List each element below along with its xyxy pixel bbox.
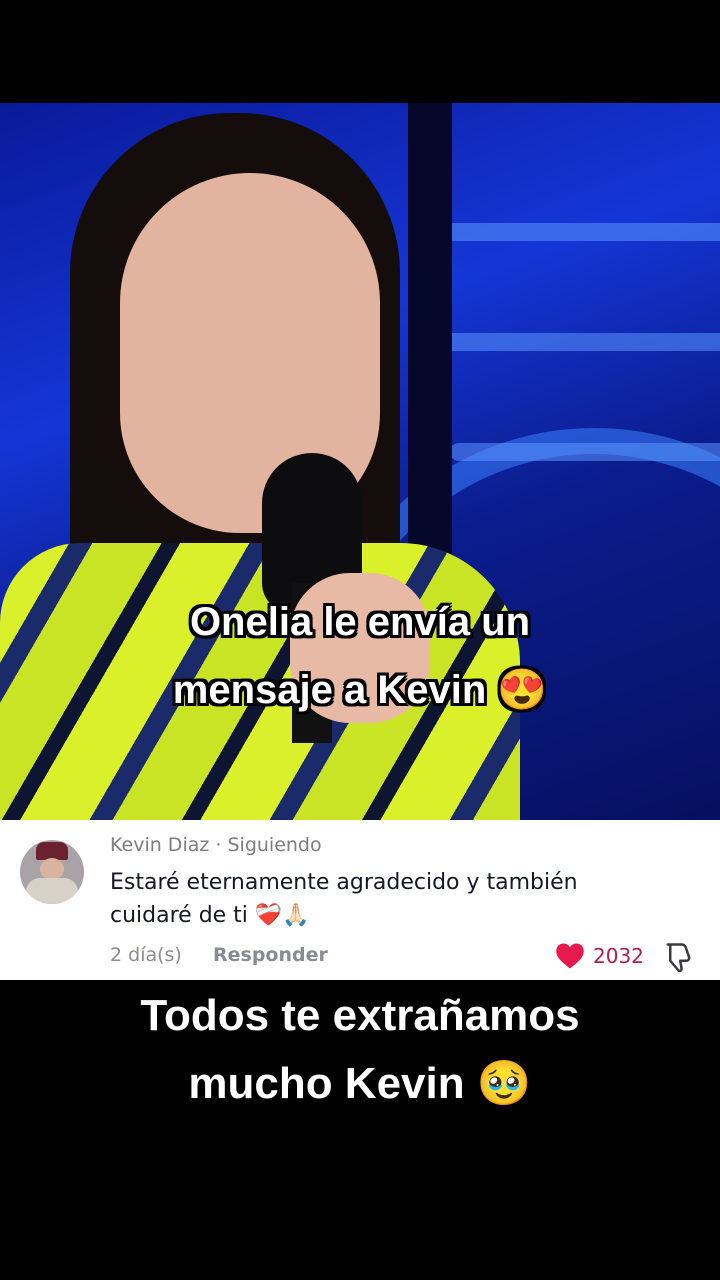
comment-text: Estaré eternamente agradecido y también … [110, 866, 670, 932]
avatar-face [40, 858, 64, 880]
dislike-icon[interactable] [664, 940, 694, 974]
like-count: 2032 [593, 944, 644, 968]
avatar[interactable] [20, 840, 84, 904]
stage-light-stripe [440, 333, 720, 351]
meta-separator: · [215, 834, 222, 856]
like-button[interactable]: 2032 [555, 942, 644, 970]
comment-card[interactable]: Kevin Diaz · Siguiendo Estaré eternament… [0, 820, 720, 980]
comment-author[interactable]: Kevin Diaz [110, 834, 209, 856]
follow-status: Siguiendo [227, 834, 322, 856]
reply-button[interactable]: Responder [213, 944, 328, 966]
video-caption: Onelia le envía un mensaje a Kevin 😍 [0, 588, 720, 724]
video-caption-line1: Onelia le envía un [189, 600, 531, 644]
video-caption-line2: mensaje a Kevin 😍 [172, 668, 548, 712]
comment-text-line2: cuidaré de ti ❤️‍🩹🙏🏻 [110, 903, 310, 928]
comment-text-line1: Estaré eternamente agradecido y también [110, 870, 578, 895]
comment-meta: Kevin Diaz · Siguiendo [110, 834, 322, 856]
heart-icon [556, 943, 584, 969]
comment-date: 2 día(s) [110, 944, 182, 966]
bottom-caption: Todos te extrañamos mucho Kevin 🥹 [0, 982, 720, 1118]
avatar-coat [26, 878, 78, 904]
bottom-caption-line1: Todos te extrañamos [140, 991, 580, 1040]
stage-light-stripe [450, 443, 720, 461]
bottom-caption-line2: mucho Kevin 🥹 [188, 1059, 532, 1108]
stage-light-stripe [430, 223, 720, 241]
